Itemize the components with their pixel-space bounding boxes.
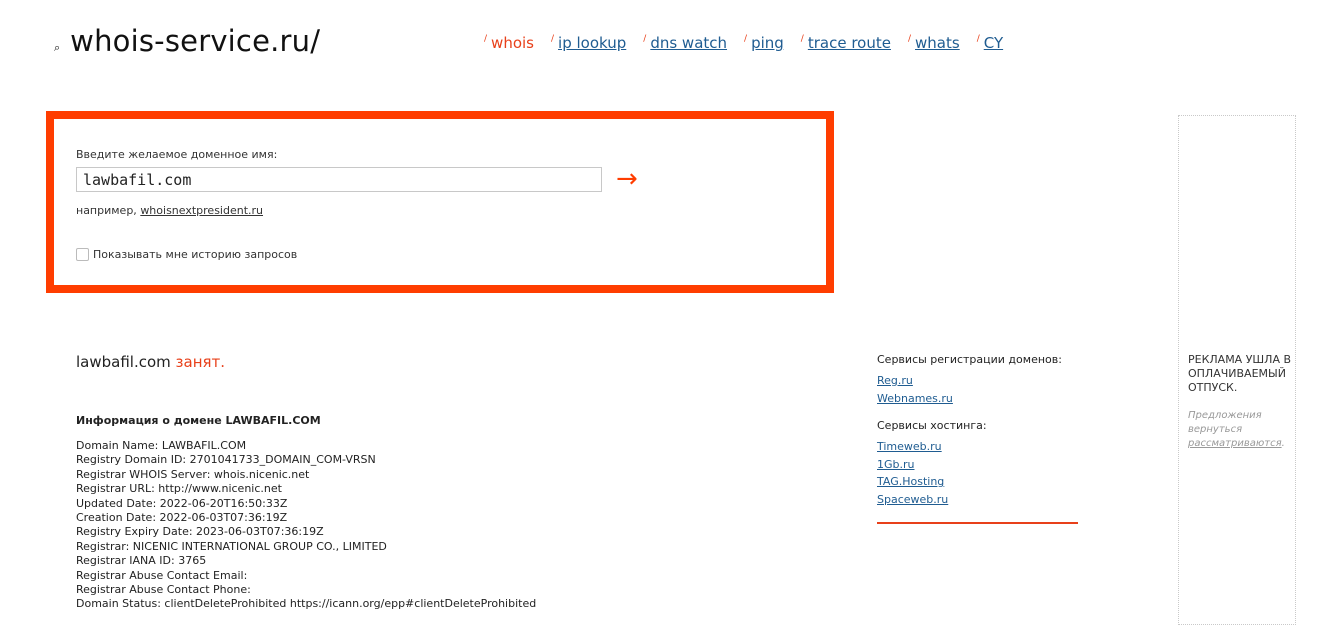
example-hint: например, whoisnextpresident.ru (76, 204, 263, 217)
nav-item-ip-lookup[interactable]: / ip lookup (551, 34, 626, 52)
domain-info-title: Информация о домене LAWBAFIL.COM (76, 414, 321, 427)
nav-slash: / (550, 34, 555, 44)
nav-item-dns-watch[interactable]: / dns watch (643, 34, 727, 52)
nav-slash: / (907, 34, 912, 44)
registration-services-heading: Сервисы регистрации доменов: (877, 353, 1062, 366)
whois-line: Registry Domain ID: 2701041733_DOMAIN_CO… (76, 453, 376, 467)
ad-note-prefix: Предложения вернуться (1188, 410, 1262, 435)
domain-input-label: Введите желаемое доменное имя: (76, 148, 278, 161)
service-link-spaceweb[interactable]: Spaceweb.ru (877, 491, 1078, 509)
service-link-webnames[interactable]: Webnames.ru (877, 390, 1078, 408)
whois-line: Domain Name: LAWBAFIL.COM (76, 439, 247, 452)
nav-item-cy[interactable]: / CY (977, 34, 1003, 52)
nav-link-dns-watch[interactable]: dns watch (650, 34, 727, 52)
ad-note-link[interactable]: рассматриваются (1188, 438, 1282, 449)
main-nav: / whois / ip lookup / dns watch / ping / trac… (484, 34, 1020, 52)
example-link[interactable]: whoisnextpresident.ru (140, 204, 263, 217)
nav-slash: / (800, 34, 804, 44)
nav-item-whois[interactable]: / whois (484, 34, 534, 52)
nav-item-whats[interactable]: / whats (908, 34, 960, 52)
nav-slash: / (976, 34, 980, 44)
service-link-reg-ru[interactable]: Reg.ru (877, 372, 1078, 390)
hosting-services-heading: Сервисы хостинга: (877, 419, 987, 433)
services-panel: Сервисы регистрации доменов: Reg.ru Webn… (877, 353, 1078, 509)
nav-slash: / (484, 34, 488, 44)
whois-line: Registrar URL: http://www.nicenic.net (76, 482, 282, 496)
nav-slash: / (744, 34, 748, 44)
nav-link-whois[interactable]: whois (491, 34, 534, 52)
service-link-tag-hosting[interactable]: TAG.Hosting (877, 473, 1078, 491)
history-checkbox[interactable] (76, 248, 89, 261)
ad-note-suffix: . (1281, 438, 1285, 449)
whois-line: Registrar IANA ID: 3765 (76, 554, 207, 568)
whois-line: Registrar Abuse Contact Email: (76, 568, 248, 582)
nav-link-trace-route[interactable]: trace route (808, 34, 891, 52)
history-toggle[interactable]: Показывать мне историю запросов (76, 248, 297, 261)
search-icon: ⌕ (54, 41, 61, 54)
service-link-timeweb[interactable]: Timeweb.ru (877, 438, 1078, 456)
nav-item-trace-route[interactable]: / trace route (801, 34, 891, 52)
history-label: Показывать мне историю запросов (93, 248, 298, 261)
result-status: занят. (175, 353, 226, 371)
result-domain: lawbafil.com (76, 353, 171, 371)
nav-item-ping[interactable]: / ping (744, 34, 784, 52)
whois-record: Domain Name: LAWBAFIL.COM Registry Domai… (76, 439, 536, 612)
whois-line: Registry Expiry Date: 2023-06-03T07:36:1… (76, 525, 324, 539)
site-logo[interactable]: ⌕ whois-service.ru/ (54, 24, 320, 58)
nav-link-ping[interactable]: ping (751, 34, 784, 52)
service-link-1gb[interactable]: 1Gb.ru (877, 456, 1078, 474)
domain-search-form: Введите желаемое доменное имя: → наприме… (46, 111, 834, 293)
availability-result: lawbafil.com занят. (76, 353, 225, 371)
whois-line: Domain Status: clientDeleteProhibited ht… (76, 597, 537, 611)
nav-slash: / (643, 34, 647, 44)
nav-link-ip-lookup[interactable]: ip lookup (558, 34, 626, 52)
nav-link-cy[interactable]: CY (984, 34, 1003, 52)
site-title: whois-service.ru/ (70, 24, 321, 58)
whois-line: Creation Date: 2022-06-03T07:36:19Z (76, 511, 288, 525)
domain-input[interactable] (76, 167, 602, 192)
arrow-right-icon[interactable]: → (616, 166, 638, 192)
whois-line: Registrar WHOIS Server: whois.nicenic.ne… (76, 467, 310, 481)
whois-line: Registrar: NICENIC INTERNATIONAL GROUP C… (76, 539, 387, 553)
ad-title: Реклама ушла в оплачиваемый отпуск. (1188, 353, 1292, 394)
nav-link-whats[interactable]: whats (915, 34, 960, 52)
ad-note: Предложения вернуться рассматриваются. (1188, 409, 1296, 451)
whois-line: Registrar Abuse Contact Phone: (76, 583, 251, 597)
whois-line: Updated Date: 2022-06-20T16:50:33Z (76, 496, 288, 510)
example-prefix: например, (76, 204, 141, 217)
ad-placeholder: Реклама ушла в оплачиваемый отпуск. Пред… (1178, 115, 1296, 625)
services-divider (877, 522, 1078, 524)
